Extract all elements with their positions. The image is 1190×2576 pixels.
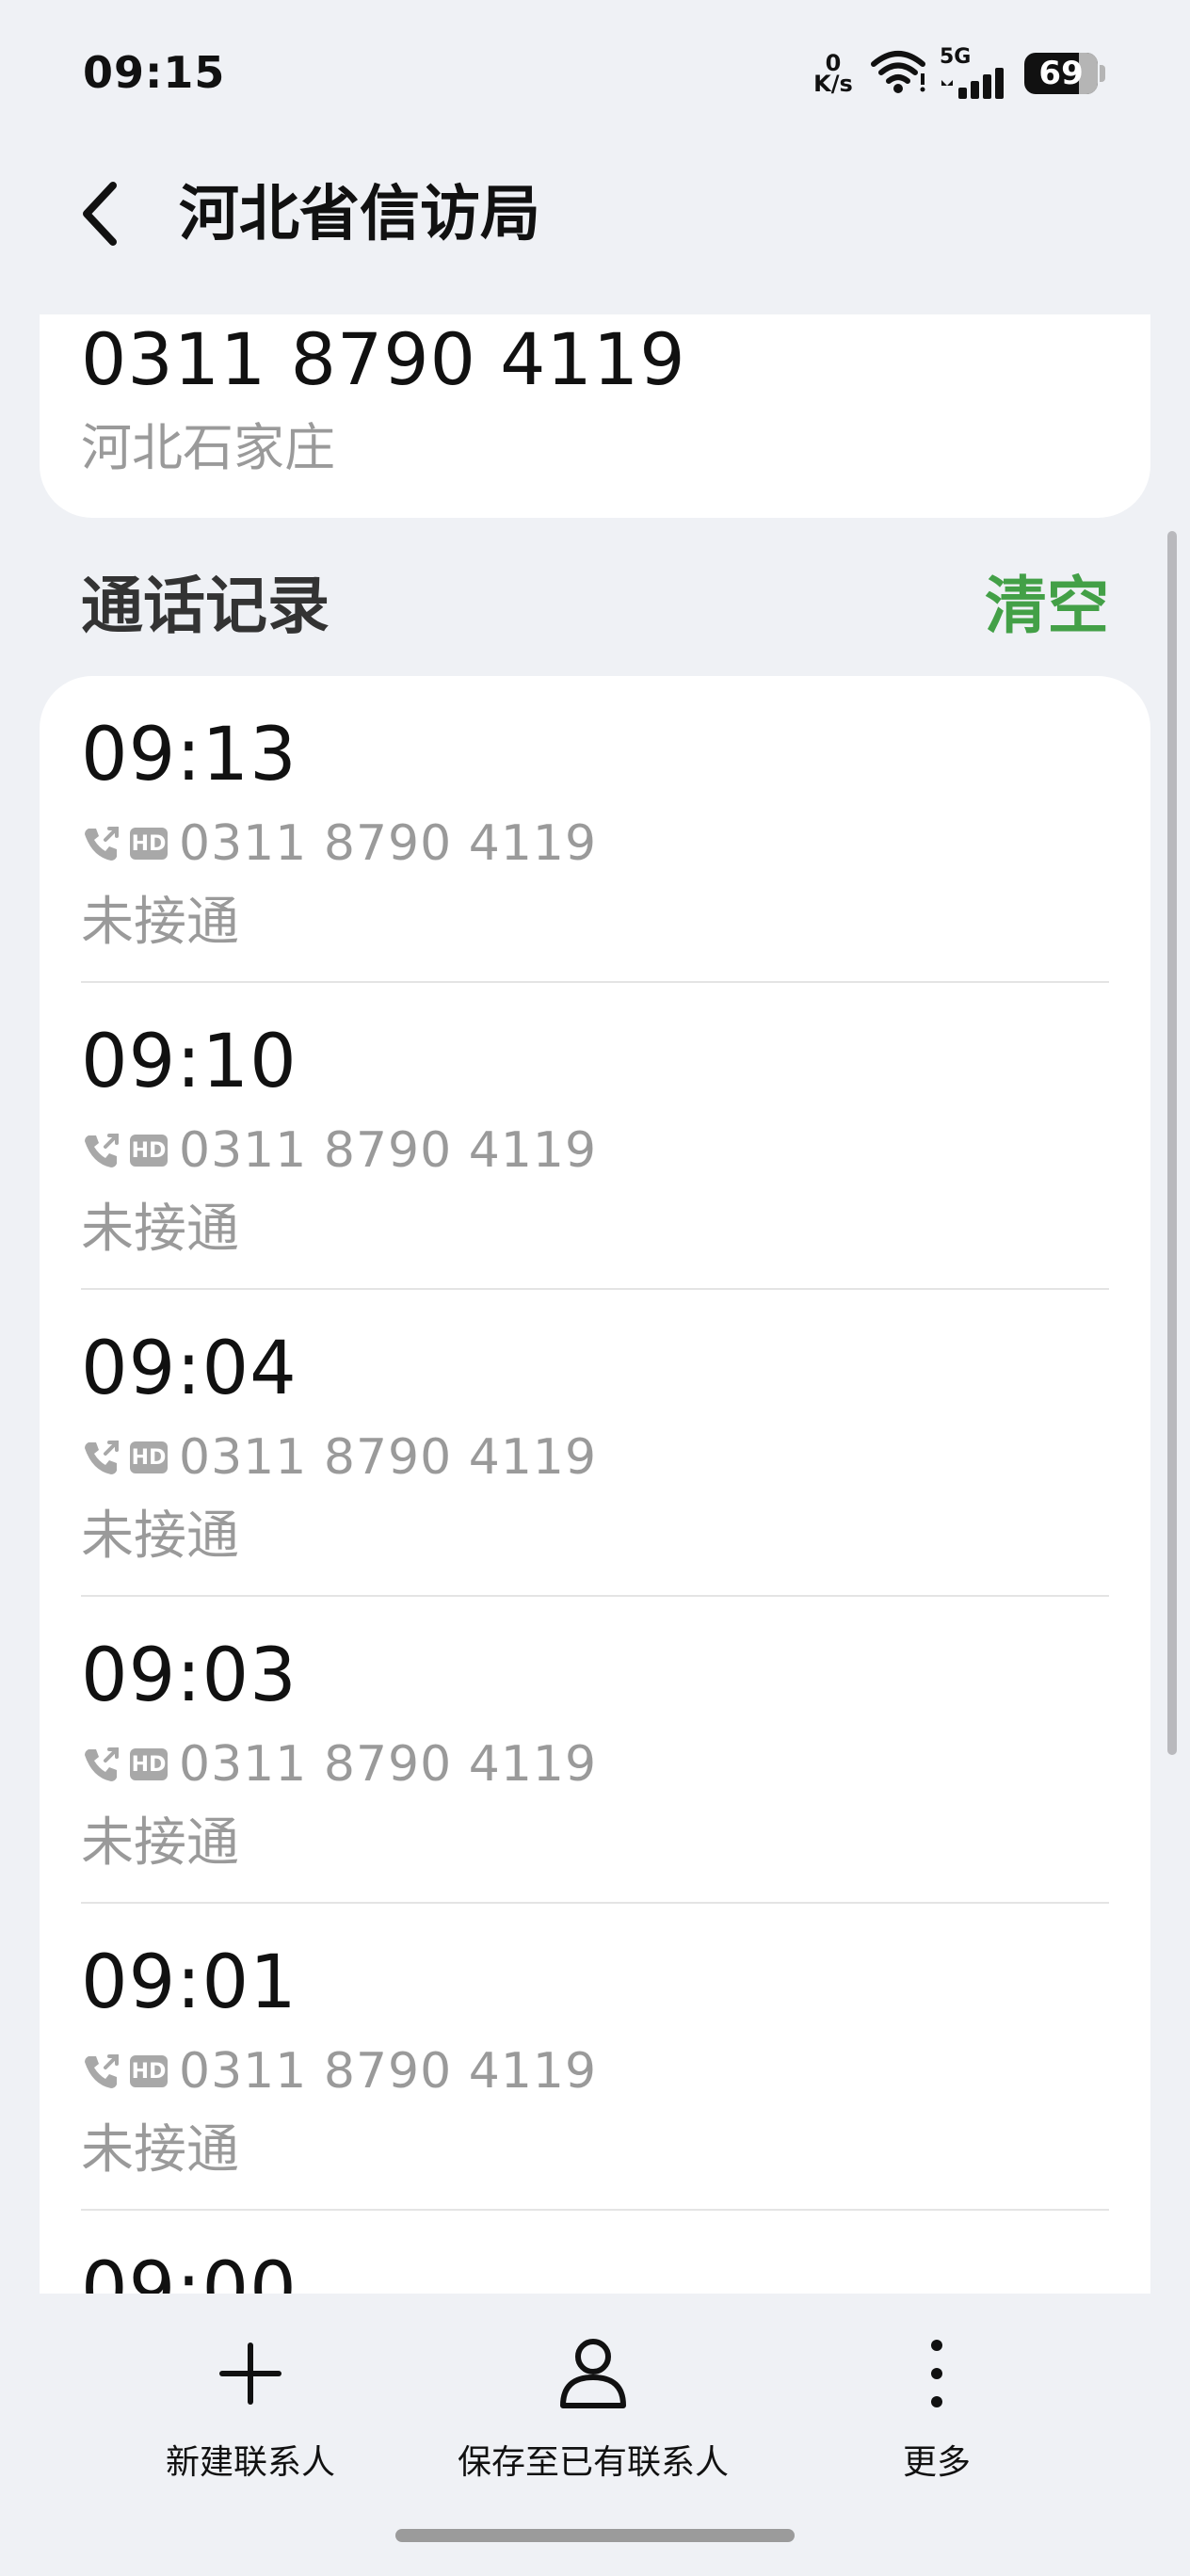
outgoing-call-icon: [85, 2054, 119, 2088]
outgoing-call-icon: [85, 1747, 119, 1781]
call-time: 09:01: [81, 1940, 298, 2025]
network-speed-unit: K/s: [813, 71, 853, 97]
outgoing-call-icon: [85, 827, 119, 861]
hd-voice-icon: HD: [130, 1135, 168, 1167]
call-number-row: HD 0311 8790 4119: [81, 1424, 597, 1491]
call-time: 09:04: [81, 1327, 298, 1411]
new-contact-label: 新建联系人: [166, 2443, 336, 2482]
contact-number-card: 0311 8790 4119 河北石家庄: [40, 314, 1150, 518]
more-button[interactable]: 更多: [885, 2331, 989, 2484]
wifi-icon: [870, 49, 926, 98]
more-vertical-icon: [894, 2331, 979, 2416]
plus-icon: [208, 2331, 293, 2416]
call-number-row: HD 0311 8790 4119: [81, 1731, 597, 1798]
scrollbar[interactable]: [1167, 531, 1177, 1755]
outgoing-call-icon: [85, 1134, 119, 1167]
network-type-label: 5G: [940, 45, 972, 69]
call-time: 09:13: [81, 713, 298, 797]
call-log-item[interactable]: 09:03 HD 0311 8790 4119 未接通: [81, 1597, 1109, 1904]
cellular-signal-icon: 5G: [940, 45, 1011, 99]
call-number: 0311 8790 4119: [179, 2043, 598, 2100]
hd-voice-icon: HD: [130, 1441, 168, 1473]
call-number-row: HD 0311 8790 4119: [81, 810, 597, 877]
call-log-item[interactable]: 09:00: [81, 2211, 1109, 2295]
call-time: 09:10: [81, 1020, 298, 1104]
call-number-row: HD 0311 8790 4119: [81, 2037, 597, 2105]
call-number: 0311 8790 4119: [179, 1429, 598, 1486]
page-title: 河北省信访局: [179, 180, 540, 250]
call-status: 未接通: [81, 1199, 239, 1260]
save-to-existing-contact-button[interactable]: 保存至已有联系人: [452, 2331, 734, 2484]
call-log-list: 09:13 HD 0311 8790 4119 未接通 09:10 HD 031…: [40, 676, 1150, 2295]
call-number: 0311 8790 4119: [179, 1122, 598, 1179]
call-log-item[interactable]: 09:01 HD 0311 8790 4119 未接通: [81, 1904, 1109, 2211]
status-time: 09:15: [83, 47, 226, 98]
call-log-item[interactable]: 09:04 HD 0311 8790 4119 未接通: [81, 1290, 1109, 1597]
person-icon: [551, 2331, 635, 2416]
new-contact-button[interactable]: 新建联系人: [166, 2331, 335, 2484]
call-time: 09:03: [81, 1634, 298, 1718]
back-arrow-icon: [83, 182, 117, 246]
battery-icon: 69: [1024, 53, 1105, 94]
status-icons: 0 K/s 5G 69: [810, 45, 1105, 102]
call-status: 未接通: [81, 1505, 239, 1567]
home-indicator[interactable]: [395, 2529, 795, 2542]
call-number: 0311 8790 4119: [179, 1736, 598, 1793]
outgoing-call-icon: [85, 1441, 119, 1474]
back-button[interactable]: [62, 171, 137, 256]
call-log-title: 通话记录: [81, 570, 330, 642]
call-status: 未接通: [81, 2119, 239, 2181]
call-time: 09:00: [81, 2247, 298, 2295]
battery-level: 69: [1038, 55, 1084, 92]
top-app-bar: 河北省信访局: [0, 151, 1190, 282]
network-speed: 0 K/s: [810, 52, 857, 97]
call-number-row: HD 0311 8790 4119: [81, 1117, 597, 1184]
hd-voice-icon: HD: [130, 2055, 168, 2087]
more-label: 更多: [902, 2443, 971, 2482]
save-to-existing-contact-label: 保存至已有联系人: [457, 2443, 729, 2482]
status-bar: 09:15 0 K/s 5G 69: [0, 0, 1190, 151]
hd-voice-icon: HD: [130, 828, 168, 860]
clear-call-log-button[interactable]: 清空: [985, 561, 1109, 652]
call-status: 未接通: [81, 1812, 239, 1874]
call-status: 未接通: [81, 892, 239, 953]
call-number: 0311 8790 4119: [179, 815, 598, 872]
phone-number[interactable]: 0311 8790 4119: [81, 314, 686, 405]
hd-voice-icon: HD: [130, 1748, 168, 1780]
call-log-item[interactable]: 09:13 HD 0311 8790 4119 未接通: [81, 676, 1109, 983]
phone-location: 河北石家庄: [81, 418, 335, 477]
call-log-item[interactable]: 09:10 HD 0311 8790 4119 未接通: [81, 983, 1109, 1290]
